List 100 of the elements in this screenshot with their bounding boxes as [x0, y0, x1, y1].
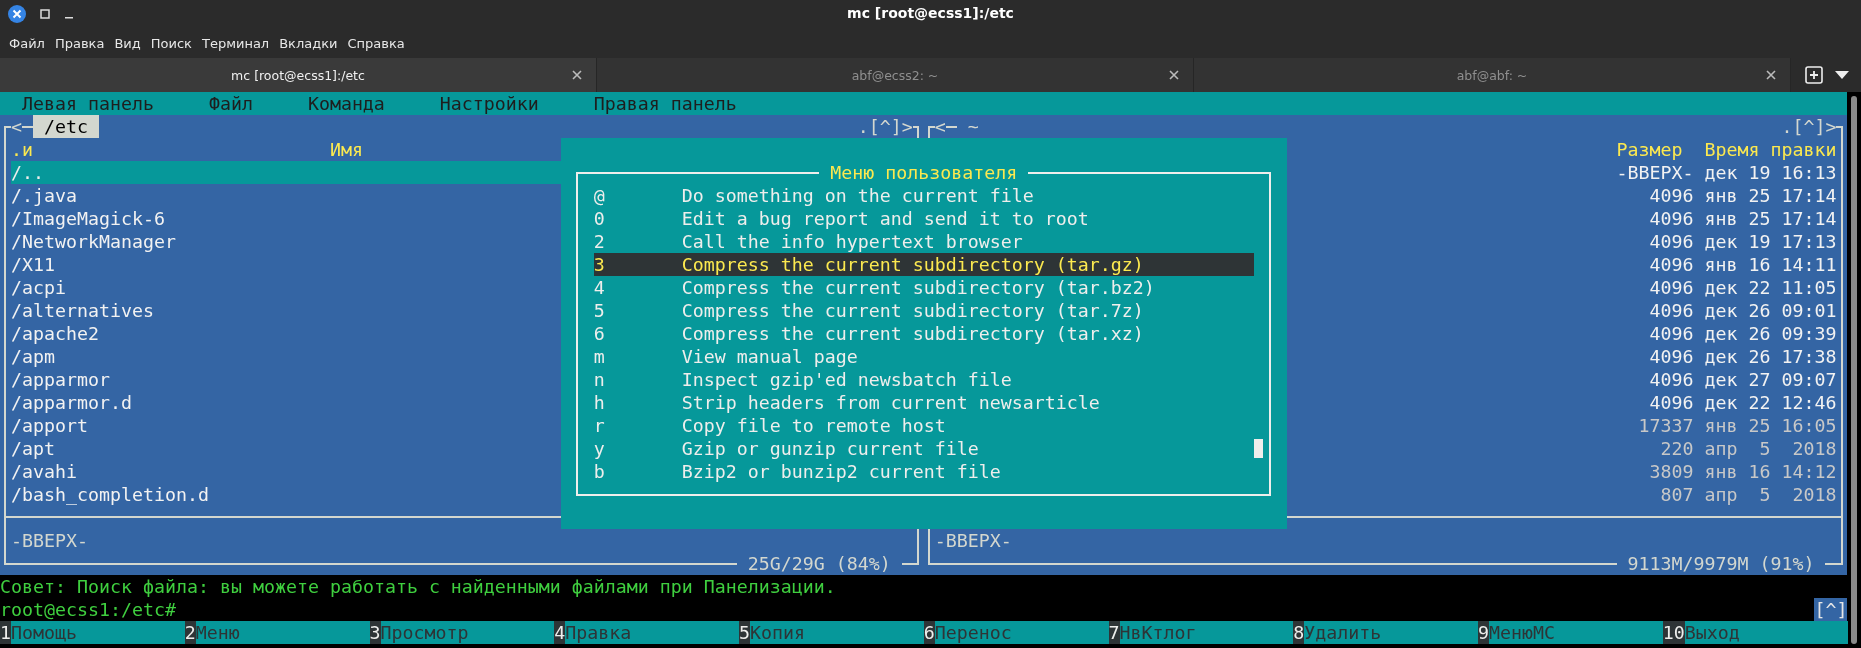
- file-name[interactable]: /X11: [11, 253, 55, 276]
- sort-indicator[interactable]: .и: [11, 138, 33, 161]
- scrollbar-thumb[interactable]: [1851, 96, 1858, 644]
- new-tab-icon[interactable]: [1805, 66, 1823, 84]
- file-size: 17337: [1637, 414, 1694, 437]
- file-size: -ВВЕРХ-: [1616, 161, 1694, 184]
- column-header[interactable]: Размер: [1616, 138, 1694, 161]
- menu-item[interactable]: Вид: [109, 31, 146, 55]
- menu-item[interactable]: Справка: [342, 31, 410, 55]
- file-date: янв 25 16:05: [1704, 414, 1837, 437]
- file-name[interactable]: /avahi: [11, 460, 77, 483]
- file-name[interactable]: /ImageMagick-6: [11, 207, 165, 230]
- tab[interactable]: abf@ecss2: ~: [597, 58, 1194, 92]
- function-key[interactable]: 3Просмотр: [369, 621, 555, 644]
- file-name[interactable]: /apparmor: [11, 368, 110, 391]
- column-header[interactable]: Имя: [329, 138, 363, 161]
- file-name[interactable]: /apparmor.d: [11, 391, 132, 414]
- file-name[interactable]: /NetworkManager: [11, 230, 176, 253]
- file-name[interactable]: /alternatives: [11, 299, 154, 322]
- menu-item[interactable]: Файл: [4, 31, 50, 55]
- file-size: 4096: [1648, 345, 1694, 368]
- function-key[interactable]: 9МенюМС: [1478, 621, 1663, 644]
- file-name[interactable]: /apt: [11, 437, 55, 460]
- menu-item[interactable]: Вкладки: [274, 31, 343, 55]
- file-date: дек 22 11:05: [1704, 276, 1837, 299]
- file-name[interactable]: /acpi: [11, 276, 66, 299]
- file-size: 3809: [1648, 460, 1694, 483]
- function-key[interactable]: 7НвКтлог: [1108, 621, 1294, 644]
- file-size: 4096: [1648, 253, 1694, 276]
- menu-item[interactable]: r Copy file to remote host: [593, 414, 1254, 437]
- menu-item[interactable]: Правая панель: [593, 92, 737, 115]
- file-date: янв 16 14:12: [1704, 460, 1837, 483]
- file-date: янв 16 14:11: [1704, 253, 1837, 276]
- menu-item[interactable]: Правка: [49, 31, 110, 55]
- hint-text: Совет: Поиск файла: вы можете работать с найденными файлами при Панелизации.: [0, 576, 836, 597]
- menu-item[interactable]: @ Do something on the current file: [593, 184, 1254, 207]
- file-date: янв 25 17:14: [1704, 184, 1837, 207]
- panel-toggle-button[interactable]: [^]: [1814, 598, 1848, 621]
- file-size: 4096: [1648, 207, 1694, 230]
- function-key[interactable]: 10Выход: [1662, 621, 1848, 644]
- file-name[interactable]: /bash_completion.d: [11, 483, 209, 506]
- tab[interactable]: abf@abf: ~: [1194, 58, 1791, 92]
- shell-prompt: root@ecss1:/etc#: [0, 598, 176, 621]
- menu-item[interactable]: h Strip headers from current newsarticle: [593, 391, 1254, 414]
- file-size: 220: [1659, 437, 1694, 460]
- panel-status: -ВВЕРХ-: [11, 530, 88, 551]
- file-size: 4096: [1648, 391, 1694, 414]
- menu-item[interactable]: 6 Compress the current subdirectory (tar.xz): [593, 322, 1254, 345]
- file-size: 4096: [1648, 276, 1694, 299]
- menu-item[interactable]: 2 Call the info hypertext browser: [593, 230, 1254, 253]
- file-name[interactable]: /apport: [11, 414, 88, 437]
- function-key[interactable]: 1Помощь: [0, 621, 185, 644]
- menu-item[interactable]: y Gzip or gunzip current file: [593, 437, 1254, 460]
- file-size: 4096: [1648, 184, 1694, 207]
- maximize-icon[interactable]: [40, 9, 50, 19]
- function-key[interactable]: 8Удалить: [1293, 621, 1478, 644]
- menu-item[interactable]: 3 Compress the current subdirectory (tar.gz): [593, 253, 1254, 276]
- menu-item[interactable]: Настройки: [439, 92, 539, 115]
- close-icon[interactable]: [572, 70, 582, 80]
- file-date: апр 5 2018: [1704, 483, 1837, 506]
- file-name[interactable]: /.java: [11, 184, 77, 207]
- panel-status: -ВВЕРХ-: [934, 530, 1012, 551]
- panel-path[interactable]: /etc: [32, 115, 99, 138]
- file-date: дек 26 09:39: [1704, 322, 1837, 345]
- file-size: 4096: [1648, 299, 1694, 322]
- menu-item[interactable]: m View manual page: [593, 345, 1254, 368]
- window-title: mc [root@ecss1]:/etc: [847, 5, 1014, 21]
- menu-item[interactable]: Поиск: [145, 31, 197, 55]
- file-name[interactable]: /apm: [11, 345, 55, 368]
- menu-item[interactable]: n Inspect gzip'ed newsbatch file: [593, 368, 1254, 391]
- close-icon[interactable]: [1766, 70, 1776, 80]
- file-date: апр 5 2018: [1704, 437, 1837, 460]
- file-size: 4096: [1648, 322, 1694, 345]
- function-key[interactable]: 5Копия: [739, 621, 924, 644]
- dropdown-icon[interactable]: [1835, 71, 1849, 79]
- file-date: дек 27 09:07: [1704, 368, 1837, 391]
- function-key[interactable]: 6Перенос: [923, 621, 1109, 644]
- file-name[interactable]: /apache2: [11, 322, 99, 345]
- close-icon[interactable]: [8, 5, 26, 23]
- column-header[interactable]: Время правки: [1704, 138, 1837, 161]
- file-size: 807: [1659, 483, 1694, 506]
- file-date: дек 19 17:13: [1704, 230, 1837, 253]
- file-size: 4096: [1648, 368, 1694, 391]
- file-size: 4096: [1648, 230, 1694, 253]
- close-icon[interactable]: [1169, 70, 1179, 80]
- file-date: дек 26 17:38: [1704, 345, 1837, 368]
- menu-item[interactable]: 4 Compress the current subdirectory (tar.bz2): [593, 276, 1254, 299]
- menu-item[interactable]: 5 Compress the current subdirectory (tar.7z): [593, 299, 1254, 322]
- menu-item[interactable]: b Bzip2 or bunzip2 current file: [593, 460, 1254, 483]
- menu-item[interactable]: Файл: [208, 92, 253, 115]
- file-date: дек 19 16:13: [1704, 161, 1837, 184]
- menu-item[interactable]: Команда: [307, 92, 385, 115]
- scrollbar-thumb[interactable]: [1253, 439, 1263, 458]
- file-date: дек 22 12:46: [1704, 391, 1837, 414]
- menu-item[interactable]: Терминал: [196, 31, 275, 55]
- menu-item[interactable]: Левая панель: [22, 92, 154, 115]
- function-key[interactable]: 4Правка: [554, 621, 739, 644]
- menu-item[interactable]: 0 Edit a bug report and send it to root: [593, 207, 1254, 230]
- function-key[interactable]: 2Меню: [184, 621, 370, 644]
- tab[interactable]: mc [root@ecss1]:/etc: [0, 58, 597, 92]
